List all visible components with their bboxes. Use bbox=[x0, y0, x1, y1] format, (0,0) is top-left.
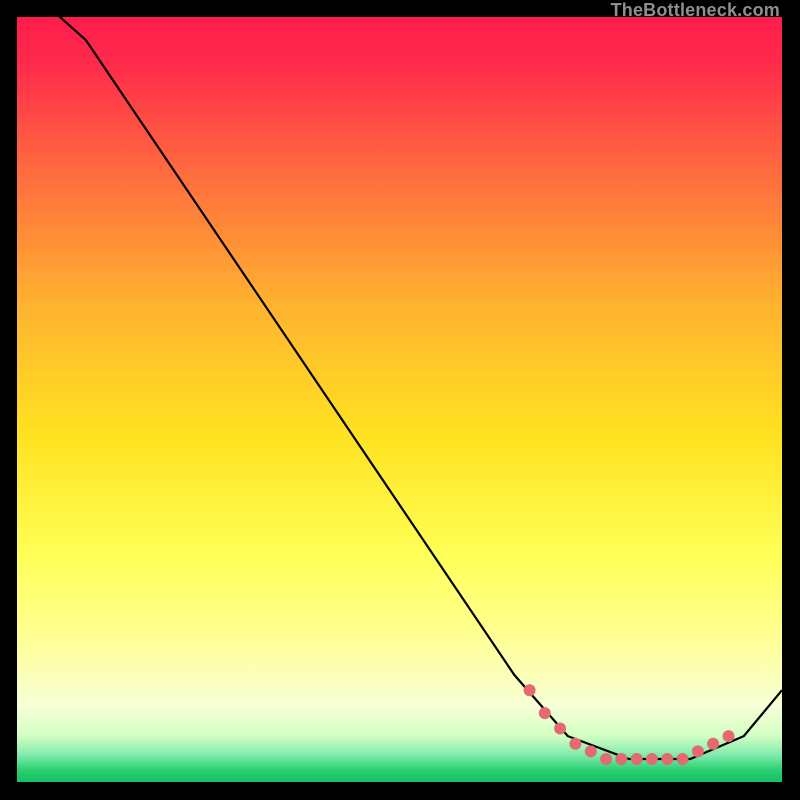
marker-dot bbox=[661, 753, 673, 765]
marker-dot bbox=[692, 745, 704, 757]
bottleneck-chart bbox=[17, 17, 782, 782]
marker-dot bbox=[723, 730, 735, 742]
marker-dot bbox=[554, 723, 566, 735]
marker-dot bbox=[677, 753, 689, 765]
marker-dot bbox=[631, 753, 643, 765]
marker-dot bbox=[524, 684, 536, 696]
marker-dot bbox=[600, 753, 612, 765]
marker-dot bbox=[707, 738, 719, 750]
marker-dot bbox=[585, 745, 597, 757]
gradient-background bbox=[17, 17, 782, 782]
marker-dot bbox=[646, 753, 658, 765]
marker-dot bbox=[569, 738, 581, 750]
marker-dot bbox=[539, 707, 551, 719]
marker-dot bbox=[615, 753, 627, 765]
attribution-watermark: TheBottleneck.com bbox=[611, 0, 780, 21]
